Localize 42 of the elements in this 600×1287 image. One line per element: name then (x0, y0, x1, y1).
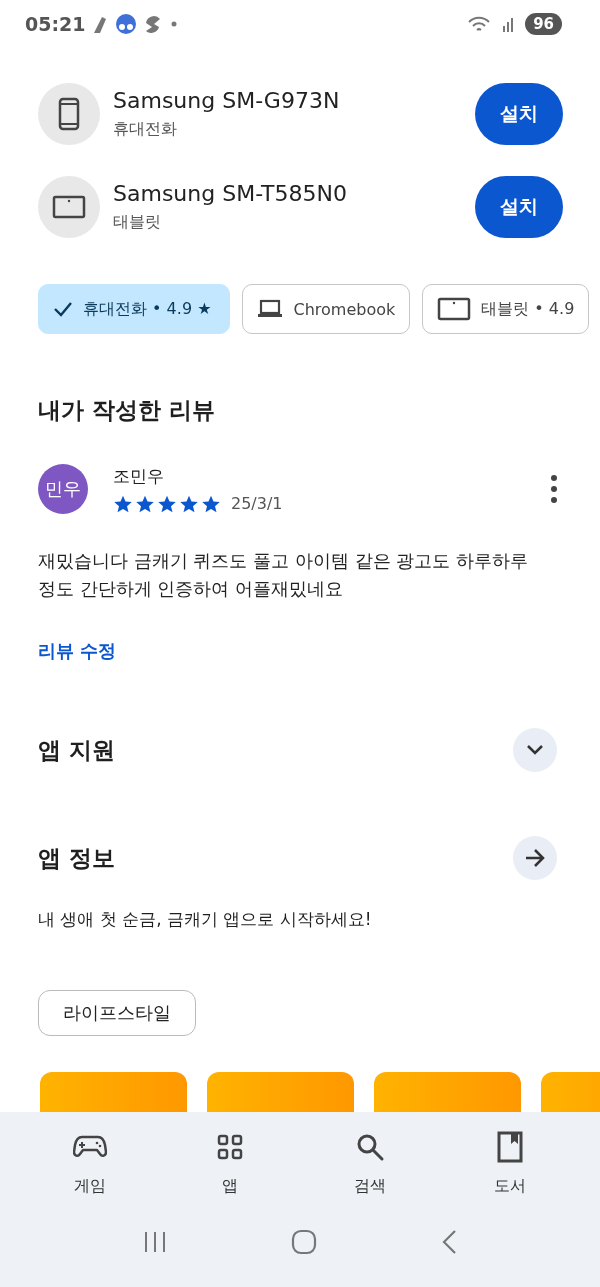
status-time: 05:21 (25, 13, 86, 35)
nav-tab[interactable]: 게임 (35, 1130, 145, 1197)
device-filter-chip[interactable]: 휴대전화 • 4.9 ★ (38, 284, 231, 335)
review-text: 재밌습니다 금캐기 퀴즈도 풀고 아이템 같은 광고도 하루하루 정도 간단하게 인증하여 어플재밌네요 (38, 549, 530, 602)
gamepad-icon (73, 1135, 107, 1159)
device-name: Samsung SM-G973N (113, 87, 341, 113)
home-icon[interactable] (291, 1229, 317, 1255)
device-name: Samsung SM-T585N0 (113, 180, 348, 206)
category-chip[interactable]: 라이프스타일 (38, 990, 196, 1036)
review-date: 25/3/1 (231, 494, 283, 514)
nav-tab[interactable]: 도서 (455, 1130, 565, 1197)
tablet-icon (437, 297, 472, 322)
back-icon[interactable] (440, 1229, 459, 1255)
arrow-button[interactable] (513, 836, 557, 881)
app-badge-icon (115, 13, 138, 35)
tablet-icon (52, 194, 86, 219)
avatar: 민우 (38, 464, 88, 515)
chevron-down-icon (526, 744, 544, 757)
install-button[interactable]: 설치 (475, 82, 563, 145)
reviewer-name: 조민우 (113, 464, 165, 488)
book-icon (497, 1131, 523, 1163)
dot-icon (171, 21, 178, 27)
device-filter-chip[interactable]: Chromebook (242, 284, 411, 335)
edit-review-link[interactable]: 리뷰 수정 (38, 638, 117, 665)
section-heading: 앱 정보 (38, 843, 115, 873)
section-heading: 내가 작성한 리뷰 (38, 396, 216, 426)
device-filter-chip[interactable]: 태블릿 • 4.9 (422, 284, 590, 335)
arrow-right-icon (524, 848, 546, 869)
check-icon (53, 301, 73, 318)
laptop-icon (257, 299, 284, 320)
nav-tab[interactable]: 검색 (315, 1130, 425, 1197)
battery-level: 96 (525, 13, 562, 35)
app-description: 내 생애 첫 순금, 금캐기 앱으로 시작하세요! (38, 908, 373, 932)
device-type: 휴대전화 (113, 118, 178, 140)
nav-tab[interactable]: 앱 (175, 1130, 285, 1197)
expand-button[interactable] (513, 728, 557, 773)
phone-icon (58, 96, 80, 131)
device-type: 태블릿 (113, 211, 162, 233)
search-icon (355, 1132, 385, 1162)
apps-grid-icon (217, 1134, 243, 1160)
section-heading: 앱 지원 (38, 735, 115, 765)
install-button[interactable]: 설치 (475, 175, 563, 238)
